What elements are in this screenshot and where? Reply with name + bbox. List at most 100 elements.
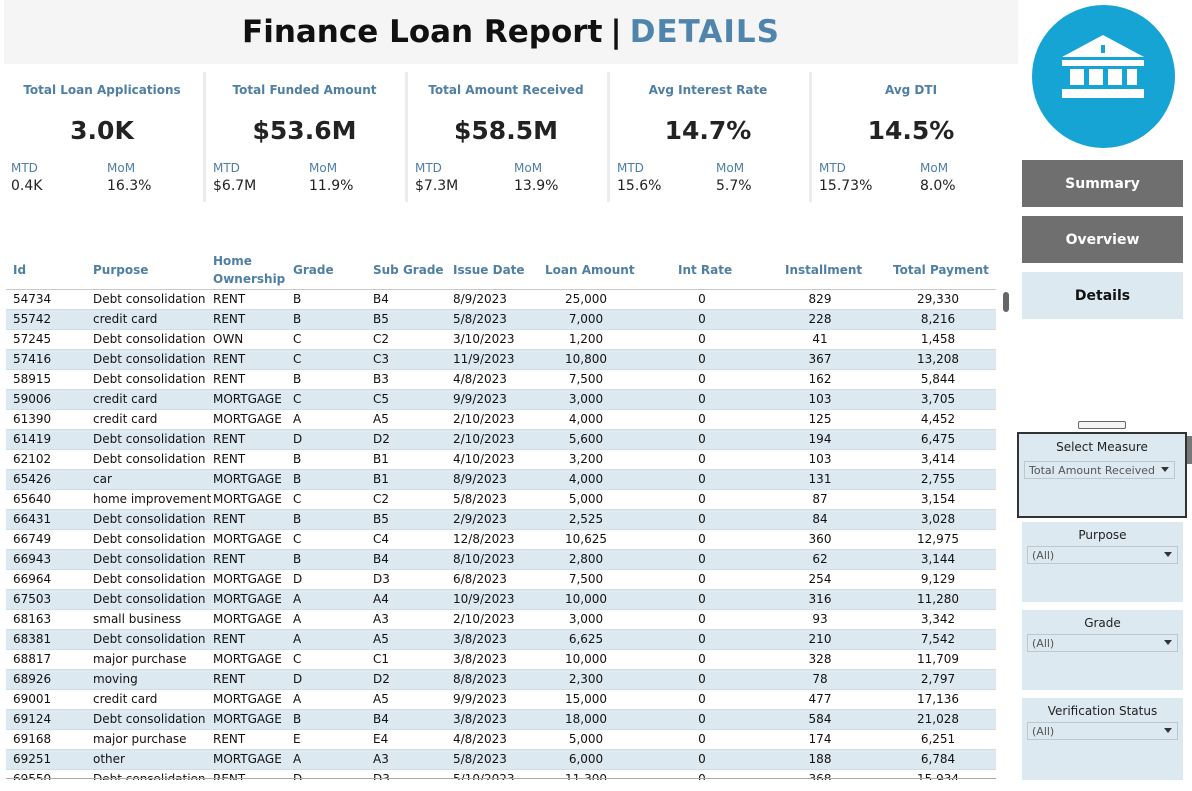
purpose-dropdown[interactable]: (All) bbox=[1027, 546, 1178, 564]
cell-installment: 254 bbox=[808, 572, 832, 586]
table-row[interactable]: 66943 Debt consolidation RENT B B4 8/10/2023 2… bbox=[6, 550, 996, 570]
cell-home-ownership: RENT bbox=[213, 432, 246, 446]
table-row[interactable]: 69124 Debt consolidation MORTGAGE B B4 3/8/20… bbox=[6, 710, 996, 730]
column-header-sub-grade[interactable]: Sub Grade bbox=[373, 261, 444, 279]
cell-sub-grade: A5 bbox=[373, 632, 389, 646]
cell-int-rate: 0 bbox=[698, 752, 706, 766]
table-scrollbar[interactable] bbox=[1000, 292, 1010, 780]
cell-id: 68163 bbox=[13, 612, 52, 626]
table-row[interactable]: 69001 credit card MORTGAGE A A5 9/9/2023 15,00… bbox=[6, 690, 996, 710]
kpi-card-total-amount-received: Total Amount Received $58.5M MTD $7.3M M… bbox=[408, 72, 604, 202]
cell-int-rate: 0 bbox=[698, 712, 706, 726]
table-row[interactable]: 68163 small business MORTGAGE A A3 2/10/2023 3… bbox=[6, 610, 996, 630]
cell-sub-grade: B5 bbox=[373, 312, 389, 326]
cell-installment: 125 bbox=[808, 412, 832, 426]
table-row[interactable]: 69251 other MORTGAGE A A3 5/8/2023 6,000 0 188 6,… bbox=[6, 750, 996, 770]
verification-status-dropdown[interactable]: (All) bbox=[1027, 722, 1178, 740]
column-header-total-payment[interactable]: Total Payment bbox=[893, 261, 989, 279]
cell-id: 59006 bbox=[13, 392, 52, 406]
table-row[interactable]: 66749 Debt consolidation MORTGAGE C C4 12/8/2… bbox=[6, 530, 996, 550]
kpi-card-avg-dti: Avg DTI 14.5% MTD 15.73% MoM 8.0% bbox=[812, 72, 1010, 202]
kpi-value: $58.5M bbox=[454, 116, 558, 145]
table-row[interactable]: 66964 Debt consolidation MORTGAGE D D3 6/8/20… bbox=[6, 570, 996, 590]
table-row[interactable]: 61390 credit card MORTGAGE A A5 2/10/2023 4,00… bbox=[6, 410, 996, 430]
scrollbar-thumb[interactable] bbox=[1003, 292, 1009, 312]
select-measure-dropdown[interactable]: Total Amount Received bbox=[1024, 461, 1175, 479]
kpi-title: Total Funded Amount bbox=[232, 83, 377, 97]
cell-home-ownership: RENT bbox=[213, 632, 246, 646]
cell-int-rate: 0 bbox=[698, 292, 706, 306]
cell-sub-grade: B3 bbox=[373, 372, 389, 386]
table-row[interactable]: 58915 Debt consolidation RENT B B3 4/8/2023 7,… bbox=[6, 370, 996, 390]
nav-overview-button[interactable]: Overview bbox=[1022, 216, 1183, 263]
kpi-mtd-label: MTD bbox=[11, 161, 38, 175]
cell-loan-amount: 5,000 bbox=[568, 732, 604, 746]
column-header-loan-amount[interactable]: Loan Amount bbox=[545, 261, 635, 279]
table-row[interactable]: 54734 Debt consolidation RENT B B4 8/9/2023 25… bbox=[6, 290, 996, 310]
cell-purpose: Debt consolidation bbox=[93, 372, 206, 386]
table-row[interactable]: 57416 Debt consolidation RENT C C3 11/9/2023 1… bbox=[6, 350, 996, 370]
cell-grade: D bbox=[293, 432, 303, 446]
table-row[interactable]: 57245 Debt consolidation OWN C C2 3/10/2023 1,… bbox=[6, 330, 996, 350]
cell-sub-grade: C4 bbox=[373, 532, 390, 546]
table-row[interactable]: 68381 Debt consolidation RENT A A5 3/8/2023 6,… bbox=[6, 630, 996, 650]
cell-sub-grade: B1 bbox=[373, 452, 389, 466]
nav-details-button[interactable]: Details bbox=[1022, 272, 1183, 319]
column-header-home-line1: Home bbox=[213, 254, 252, 268]
cell-purpose: major purchase bbox=[93, 652, 187, 666]
cell-id: 68381 bbox=[13, 632, 52, 646]
cell-loan-amount: 10,000 bbox=[565, 652, 607, 666]
kpi-mom-value: 16.3% bbox=[107, 178, 152, 194]
column-header-issue-date[interactable]: Issue Date bbox=[453, 261, 525, 279]
cell-grade: A bbox=[293, 692, 302, 706]
bank-icon-graphic bbox=[1062, 35, 1144, 98]
cell-int-rate: 0 bbox=[698, 592, 706, 606]
chevron-down-icon bbox=[1164, 728, 1172, 733]
table-row[interactable]: 62102 Debt consolidation RENT B B1 4/10/2023 3… bbox=[6, 450, 996, 470]
cell-total-payment: 6,251 bbox=[920, 732, 956, 746]
table-row[interactable]: 66431 Debt consolidation RENT B B5 2/9/2023 2,… bbox=[6, 510, 996, 530]
table-row[interactable]: 68926 moving RENT D D2 8/8/2023 2,300 0 78 2,797 bbox=[6, 670, 996, 690]
nav-summary-button[interactable]: Summary bbox=[1022, 160, 1183, 207]
cell-sub-grade: B4 bbox=[373, 292, 389, 306]
cell-loan-amount: 10,800 bbox=[565, 352, 607, 366]
cell-home-ownership: RENT bbox=[213, 372, 246, 386]
cell-installment: 477 bbox=[808, 692, 832, 706]
cell-installment: 188 bbox=[808, 752, 832, 766]
cell-total-payment: 4,452 bbox=[920, 412, 956, 426]
cell-purpose: Debt consolidation bbox=[93, 552, 206, 566]
cell-id: 54734 bbox=[13, 292, 52, 306]
table-row[interactable]: 69168 major purchase RENT E E4 4/8/2023 5,000 0… bbox=[6, 730, 996, 750]
cell-purpose: Debt consolidation bbox=[93, 452, 206, 466]
column-header-id[interactable]: Id bbox=[13, 261, 26, 279]
cell-id: 58915 bbox=[13, 372, 52, 386]
cell-sub-grade: A3 bbox=[373, 612, 389, 626]
column-header-int-rate[interactable]: Int Rate bbox=[678, 261, 732, 279]
cell-int-rate: 0 bbox=[698, 332, 706, 346]
grade-dropdown[interactable]: (All) bbox=[1027, 634, 1178, 652]
column-header-purpose[interactable]: Purpose bbox=[93, 261, 148, 279]
cell-id: 65640 bbox=[13, 492, 52, 506]
cell-loan-amount: 4,000 bbox=[568, 472, 604, 486]
kpi-row: Total Loan Applications 3.0K MTD 0.4K Mo… bbox=[4, 72, 1018, 204]
drag-handle-icon[interactable] bbox=[1078, 421, 1126, 429]
column-header-installment[interactable]: Installment bbox=[785, 261, 862, 279]
cell-grade: B bbox=[293, 372, 302, 386]
table-row[interactable]: 65640 home improvement MORTGAGE C C2 5/8/2023… bbox=[6, 490, 996, 510]
column-header-home-ownership[interactable]: Home Ownership bbox=[213, 252, 285, 288]
cell-id: 55742 bbox=[13, 312, 52, 326]
table-row[interactable]: 68817 major purchase MORTGAGE C C1 3/8/2023 10… bbox=[6, 650, 996, 670]
table-row[interactable]: 61419 Debt consolidation RENT D D2 2/10/2023 5… bbox=[6, 430, 996, 450]
table-row[interactable]: 55742 credit card RENT B B5 5/8/2023 7,000 0 228… bbox=[6, 310, 996, 330]
cell-loan-amount: 5,600 bbox=[568, 432, 604, 446]
cell-int-rate: 0 bbox=[698, 452, 706, 466]
chevron-down-icon bbox=[1164, 640, 1172, 645]
cell-purpose: Debt consolidation bbox=[93, 572, 206, 586]
table-row[interactable]: 65426 car MORTGAGE B B1 8/9/2023 4,000 0 131 2,75… bbox=[6, 470, 996, 490]
table-row[interactable]: 67503 Debt consolidation MORTGAGE A A4 10/9/2… bbox=[6, 590, 996, 610]
cell-total-payment: 3,154 bbox=[920, 492, 956, 506]
column-header-grade[interactable]: Grade bbox=[293, 261, 334, 279]
cell-loan-amount: 10,625 bbox=[565, 532, 607, 546]
cell-issue-date: 9/9/2023 bbox=[453, 692, 507, 706]
table-row[interactable]: 59006 credit card MORTGAGE C C5 9/9/2023 3,000… bbox=[6, 390, 996, 410]
